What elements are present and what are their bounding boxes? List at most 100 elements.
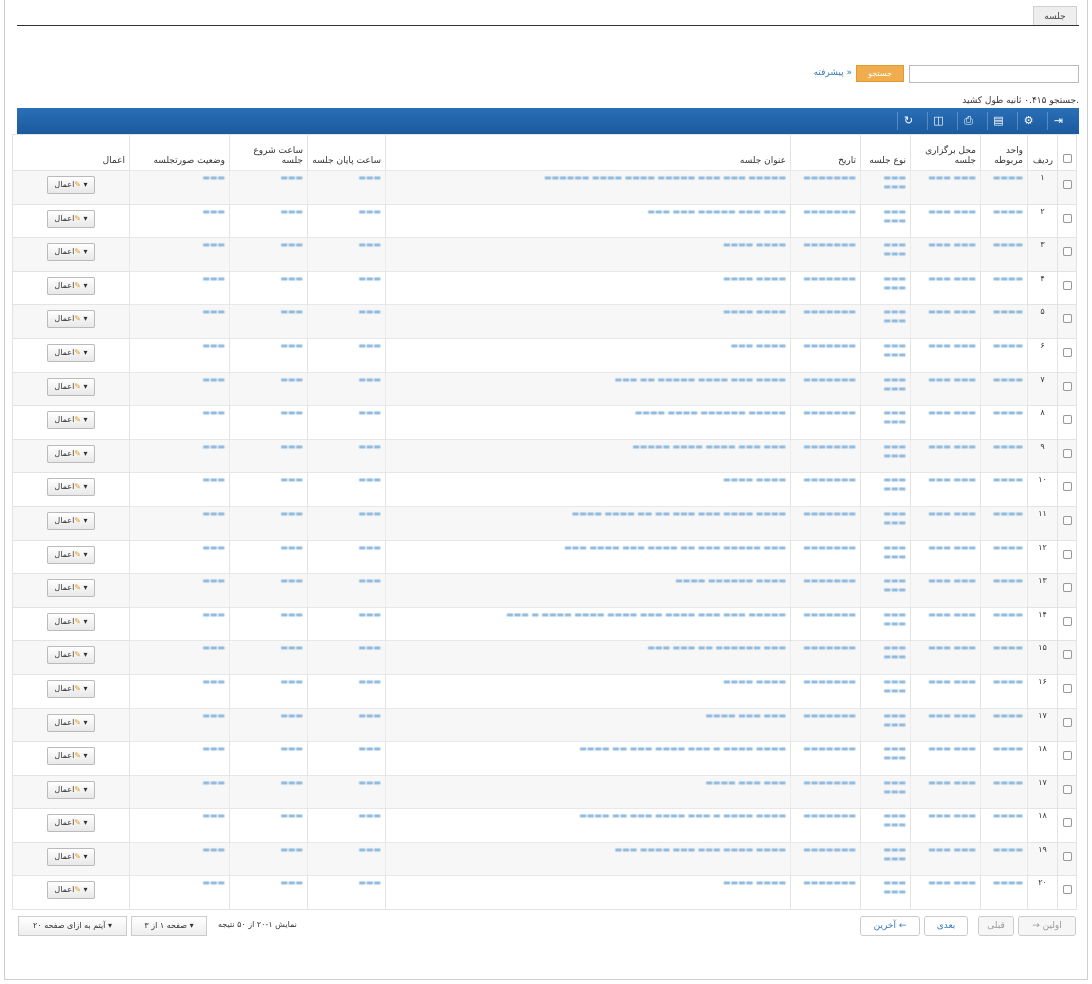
col-start[interactable]: ساعت شروع جلسه (229, 134, 308, 171)
row-checkbox[interactable] (1062, 650, 1072, 660)
cell-title[interactable]: ▬▬▬▬ ▬▬▬▬ (385, 237, 791, 272)
row-select-cell[interactable] (1057, 405, 1077, 440)
row-checkbox[interactable] (1062, 280, 1072, 290)
row-select-cell[interactable] (1057, 371, 1077, 407)
select-all-checkbox[interactable] (1062, 154, 1072, 163)
table-row[interactable]: ۱ ▬▬▬▬ ▬▬▬ ▬▬▬ ▬▬▬ ▬▬▬ ▬▬▬▬▬▬▬ ▬▬▬▬▬ ▬▬▬ ▬▬▬ … (12, 170, 1077, 205)
cell-title[interactable]: ▬▬▬▬ ▬▬▬▬ ▬ ▬▬▬ ▬▬▬▬ ▬▬▬ ▬▬ ▬▬▬▬ (385, 741, 791, 776)
table-row[interactable]: ۱۲ ▬▬▬▬ ▬▬▬ ▬▬▬ ▬▬▬ ▬▬▬ ▬▬▬▬▬▬▬ ▬▬▬ ▬▬▬▬▬ ▬▬▬… (12, 539, 1077, 575)
row-checkbox[interactable] (1062, 213, 1072, 223)
columns-icon[interactable]: ▤ (987, 112, 1009, 130)
actions-dropdown-button[interactable]: ▾ ✎اعمال (47, 814, 95, 833)
row-checkbox[interactable] (1062, 885, 1072, 895)
row-checkbox[interactable] (1062, 515, 1072, 525)
row-checkbox[interactable] (1062, 784, 1072, 794)
row-select-cell[interactable] (1057, 438, 1077, 474)
cell-title[interactable]: ▬▬▬▬▬ ▬▬▬▬▬▬ ▬▬▬▬ ▬▬▬▬ (385, 405, 791, 440)
pager-last[interactable]: آخرین ← (860, 916, 920, 936)
row-select-cell[interactable] (1057, 203, 1077, 239)
table-row[interactable]: ۱۳ ▬▬▬▬ ▬▬▬ ▬▬▬ ▬▬▬ ▬▬▬ ▬▬▬▬▬▬▬ ▬▬▬▬ ▬▬▬▬▬▬ ▬… (12, 573, 1077, 608)
col-place[interactable]: محل برگزاری جلسه (910, 134, 981, 171)
cell-title[interactable]: ▬▬▬▬ ▬▬▬▬ (385, 673, 791, 709)
select-all-header[interactable] (1057, 134, 1077, 171)
actions-dropdown-button[interactable]: ▾ ✎اعمال (47, 276, 95, 295)
row-checkbox[interactable] (1062, 751, 1072, 761)
actions-dropdown-button[interactable]: ▾ ✎اعمال (47, 579, 95, 598)
refresh-icon[interactable]: ↻ (897, 112, 919, 130)
row-select-cell[interactable] (1057, 875, 1077, 911)
print-icon[interactable]: ⎙ (957, 112, 979, 130)
actions-dropdown-button[interactable]: ▾ ✎اعمال (47, 511, 95, 530)
cell-title[interactable]: ▬▬▬ ▬▬▬ ▬▬▬▬▬ ▬▬▬ ▬▬▬ (385, 203, 791, 239)
row-checkbox[interactable] (1062, 482, 1072, 492)
col-end[interactable]: ساعت پایان جلسه (307, 134, 386, 171)
row-checkbox[interactable] (1062, 616, 1072, 626)
row-checkbox[interactable] (1062, 415, 1072, 425)
table-row[interactable]: ۱۶ ▬▬▬▬ ▬▬▬ ▬▬▬ ▬▬▬ ▬▬▬ ▬▬▬▬▬▬▬ ▬▬▬▬ ▬▬▬▬ ▬▬▬ ▬… (12, 673, 1077, 709)
tab-session[interactable]: جلسه (1033, 6, 1077, 26)
actions-dropdown-button[interactable]: ▾ ✎اعمال (47, 646, 95, 665)
actions-dropdown-button[interactable]: ▾ ✎اعمال (47, 847, 95, 866)
row-select-cell[interactable] (1057, 573, 1077, 608)
cell-title[interactable]: ▬▬▬▬ ▬▬▬▬ ▬▬▬ ▬▬▬ ▬▬ ▬▬ ▬▬▬▬ ▬▬▬▬ (385, 505, 791, 541)
row-select-cell[interactable] (1057, 472, 1077, 507)
actions-dropdown-button[interactable]: ▾ ✎اعمال (47, 713, 95, 732)
actions-dropdown-button[interactable]: ▾ ✎اعمال (47, 176, 95, 194)
row-select-cell[interactable] (1057, 640, 1077, 675)
row-checkbox[interactable] (1062, 381, 1072, 391)
pager-first[interactable]: → اولین (1018, 916, 1076, 936)
row-select-cell[interactable] (1057, 237, 1077, 272)
search-button[interactable]: جستجو (856, 65, 904, 82)
row-select-cell[interactable] (1057, 304, 1077, 339)
table-row[interactable]: ۱۹ ▬▬▬▬ ▬▬▬ ▬▬▬ ▬▬▬ ▬▬▬ ▬▬▬▬▬▬▬ ▬▬▬▬ ▬▬▬▬ ▬▬▬… (12, 841, 1077, 877)
cell-title[interactable]: ▬▬▬▬ ▬▬▬▬ ▬ ▬▬▬ ▬▬▬▬ ▬▬▬ ▬▬ ▬▬▬▬ (385, 808, 791, 843)
table-row[interactable]: ۱۷ ▬▬▬▬ ▬▬▬ ▬▬▬ ▬▬▬ ▬▬▬ ▬▬▬▬▬▬▬ ▬▬▬ ▬▬▬ ▬▬▬▬ ▬… (12, 774, 1077, 810)
row-checkbox[interactable] (1062, 180, 1072, 189)
chart-icon[interactable]: ◫ (927, 112, 949, 130)
search-input[interactable] (909, 65, 1079, 83)
row-select-cell[interactable] (1057, 606, 1077, 642)
actions-dropdown-button[interactable]: ▾ ✎اعمال (47, 377, 95, 396)
col-unit[interactable]: واحد مربوطه (980, 134, 1028, 171)
table-row[interactable]: ۱۵ ▬▬▬▬ ▬▬▬ ▬▬▬ ▬▬▬ ▬▬▬ ▬▬▬▬▬▬▬ ▬▬▬ ▬▬▬▬▬▬ ▬▬… (12, 640, 1077, 675)
cell-title[interactable]: ▬▬▬▬ ▬▬▬ ▬▬▬▬ ▬▬▬▬▬ ▬▬ ▬▬▬ (385, 371, 791, 407)
cell-title[interactable]: ▬▬▬ ▬▬▬▬▬ ▬▬▬ ▬▬ ▬▬▬▬ ▬▬▬ ▬▬▬▬ ▬▬▬ (385, 539, 791, 575)
row-checkbox[interactable] (1062, 851, 1072, 861)
page-select[interactable]: صفحه ۱ از ۳ ▾ (131, 916, 207, 936)
cell-title[interactable]: ▬▬▬▬ ▬▬▬▬▬▬ ▬▬▬▬ (385, 573, 791, 608)
cell-title[interactable]: ▬▬▬ ▬▬▬ ▬▬▬▬ (385, 707, 791, 743)
row-select-cell[interactable] (1057, 808, 1077, 843)
pager-prev[interactable]: قبلی (978, 916, 1014, 936)
row-select-cell[interactable] (1057, 673, 1077, 709)
actions-dropdown-button[interactable]: ▾ ✎اعمال (47, 411, 95, 430)
row-checkbox[interactable] (1062, 448, 1072, 458)
actions-dropdown-button[interactable]: ▾ ✎اعمال (47, 780, 95, 799)
table-row[interactable]: ۳ ▬▬▬▬ ▬▬▬ ▬▬▬ ▬▬▬ ▬▬▬ ▬▬▬▬▬▬▬ ▬▬▬▬ ▬▬▬▬ ▬▬▬ ▬▬… (12, 237, 1077, 272)
cell-title[interactable]: ▬▬▬▬ ▬▬▬▬ (385, 875, 791, 911)
row-select-cell[interactable] (1057, 337, 1077, 373)
table-row[interactable]: ۷ ▬▬▬▬ ▬▬▬ ▬▬▬ ▬▬▬ ▬▬▬ ▬▬▬▬▬▬▬ ▬▬▬▬ ▬▬▬ ▬▬▬▬ … (12, 371, 1077, 407)
table-row[interactable]: ۹ ▬▬▬▬ ▬▬▬ ▬▬▬ ▬▬▬ ▬▬▬ ▬▬▬▬▬▬▬ ▬▬▬ ▬▬▬ ▬▬▬▬ ▬… (12, 438, 1077, 474)
actions-dropdown-button[interactable]: ▾ ✎اعمال (47, 478, 95, 497)
cell-title[interactable]: ▬▬▬▬ ▬▬▬▬ (385, 304, 791, 339)
export-icon[interactable]: ⇥ (1047, 112, 1069, 130)
actions-dropdown-button[interactable]: ▾ ✎اعمال (47, 545, 95, 564)
table-row[interactable]: ۵ ▬▬▬▬ ▬▬▬ ▬▬▬ ▬▬▬ ▬▬▬ ▬▬▬▬▬▬▬ ▬▬▬▬ ▬▬▬▬ ▬▬▬ ▬▬… (12, 304, 1077, 339)
row-checkbox[interactable] (1062, 818, 1072, 828)
actions-dropdown-button[interactable]: ▾ ✎اعمال (47, 310, 95, 329)
table-row[interactable]: ۱۰ ▬▬▬▬ ▬▬▬ ▬▬▬ ▬▬▬ ▬▬▬ ▬▬▬▬▬▬▬ ▬▬▬▬ ▬▬▬▬ ▬▬▬ ▬… (12, 472, 1077, 507)
row-checkbox[interactable] (1062, 347, 1072, 357)
cell-title[interactable]: ▬▬▬▬▬ ▬▬▬ ▬▬▬ ▬▬▬▬ ▬▬▬ ▬▬▬▬ ▬▬▬▬ ▬▬▬▬ ▬ … (385, 606, 791, 642)
cell-title[interactable]: ▬▬▬▬ ▬▬▬▬ ▬▬▬ ▬▬▬ ▬▬▬▬ ▬▬▬ (385, 841, 791, 877)
actions-dropdown-button[interactable]: ▾ ✎اعمال (47, 679, 95, 698)
pager-next[interactable]: بعدی (924, 916, 968, 936)
cell-title[interactable]: ▬▬▬ ▬▬▬ ▬▬▬▬ (385, 774, 791, 810)
cell-title[interactable]: ▬▬▬▬ ▬▬▬ (385, 337, 791, 373)
col-title[interactable]: عنوان جلسه (385, 134, 791, 171)
table-row[interactable]: ۶ ▬▬▬▬ ▬▬▬ ▬▬▬ ▬▬▬ ▬▬▬ ▬▬▬▬▬▬▬ ▬▬▬▬ ▬▬▬ ▬▬▬ ▬▬▬… (12, 337, 1077, 373)
row-select-cell[interactable] (1057, 170, 1077, 205)
table-row[interactable]: ۱۱ ▬▬▬▬ ▬▬▬ ▬▬▬ ▬▬▬ ▬▬▬ ▬▬▬▬▬▬▬ ▬▬▬▬ ▬▬▬▬ ▬▬▬… (12, 505, 1077, 541)
table-row[interactable]: ۴ ▬▬▬▬ ▬▬▬ ▬▬▬ ▬▬▬ ▬▬▬ ▬▬▬▬▬▬▬ ▬▬▬▬ ▬▬▬▬ ▬▬▬ ▬▬… (12, 270, 1077, 306)
row-select-cell[interactable] (1057, 270, 1077, 306)
row-select-cell[interactable] (1057, 841, 1077, 877)
